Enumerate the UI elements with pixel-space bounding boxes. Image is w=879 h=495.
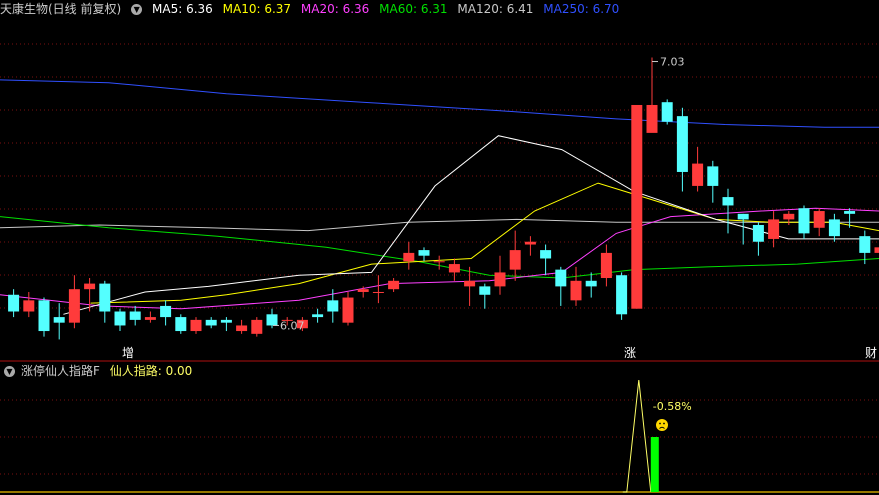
candle-up xyxy=(692,163,704,186)
candle-up xyxy=(570,280,582,301)
candle-down xyxy=(616,275,628,315)
indicator-line xyxy=(622,379,652,493)
candle-down xyxy=(844,211,856,214)
candle-down xyxy=(327,300,339,312)
candle-up xyxy=(874,247,879,253)
marker-cai: 财 xyxy=(865,346,877,360)
candle-down xyxy=(99,283,111,312)
candle-up xyxy=(509,250,521,270)
indicator-bar xyxy=(650,437,659,492)
candle-down xyxy=(266,314,278,326)
candle-up xyxy=(84,283,96,290)
kline-chart[interactable]: 7.03 6.07 增 涨 财 -0.58% xyxy=(0,0,879,495)
candle-up xyxy=(768,219,780,239)
candle-down xyxy=(160,305,172,318)
candle-up xyxy=(433,261,445,263)
candle-down xyxy=(859,236,871,253)
candle-up xyxy=(236,325,248,332)
candle-up xyxy=(494,272,506,287)
candle-up xyxy=(448,264,460,273)
candle-up xyxy=(251,319,263,334)
candle-up xyxy=(646,104,658,133)
candle-down xyxy=(479,286,491,295)
candle-up xyxy=(68,289,80,323)
marker-zhang: 涨 xyxy=(624,345,636,360)
candle-down xyxy=(828,219,840,237)
candle-down xyxy=(220,319,232,323)
candle-down xyxy=(661,102,673,122)
candle-down xyxy=(53,317,65,323)
marker-zeng: 增 xyxy=(122,346,134,360)
candle-down xyxy=(722,197,734,206)
candle-up xyxy=(631,104,643,309)
candle-down xyxy=(8,294,20,312)
candle-down xyxy=(585,280,597,287)
candle-up xyxy=(464,280,476,287)
candle-down xyxy=(676,116,688,172)
sad-face-icon xyxy=(656,419,668,431)
candle-down xyxy=(205,319,217,326)
candle-down xyxy=(752,224,764,242)
indicator-pct-label: -0.58% xyxy=(653,400,692,413)
candle-down xyxy=(555,269,567,287)
candle-down xyxy=(175,317,187,332)
candle-down xyxy=(129,311,141,320)
candle-down xyxy=(114,311,126,326)
high-price-annotation: 7.03 xyxy=(660,56,685,69)
candle-up xyxy=(372,291,384,293)
candle-up xyxy=(144,317,156,320)
low-price-annotation: 6.07 xyxy=(280,319,305,332)
candle-up xyxy=(342,297,354,323)
candle-up xyxy=(388,280,400,290)
candle-down xyxy=(418,250,430,256)
candle-down xyxy=(737,213,749,220)
candle-down xyxy=(798,208,810,234)
candle-down xyxy=(312,314,324,318)
candle-up xyxy=(600,252,612,279)
ma250-line xyxy=(0,79,879,128)
candle-up xyxy=(524,241,536,245)
candle-up xyxy=(783,213,795,220)
candle-up xyxy=(190,319,202,332)
candle-down xyxy=(707,166,719,186)
candle-up xyxy=(813,211,825,228)
candle-down xyxy=(540,250,552,259)
candle-down xyxy=(38,300,50,332)
candle-up xyxy=(357,289,369,292)
candle-up xyxy=(23,300,35,312)
candle-up xyxy=(403,252,415,262)
